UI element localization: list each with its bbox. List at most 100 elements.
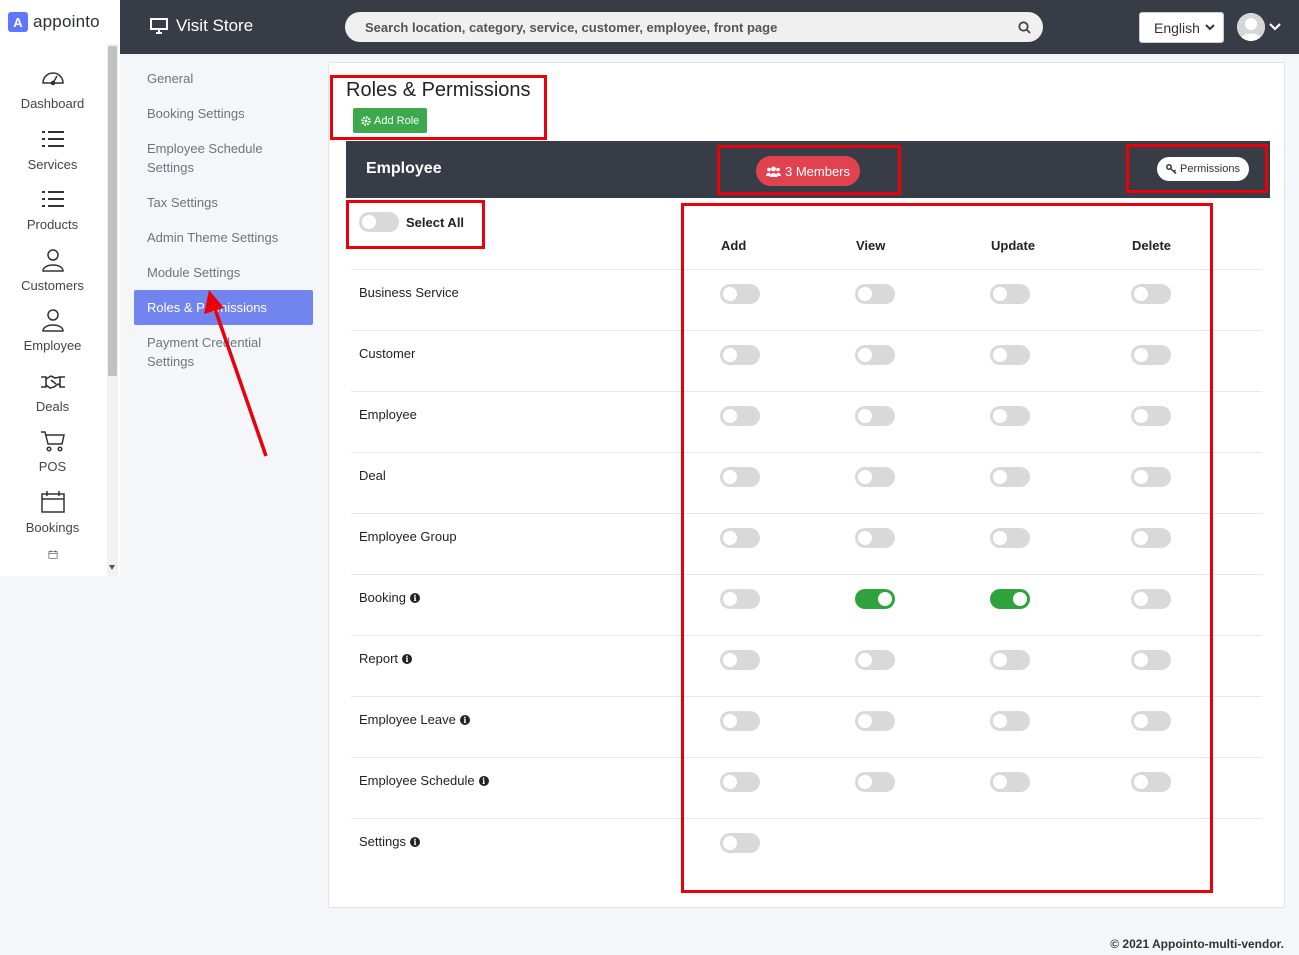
settings-item-booking[interactable]: Booking Settings bbox=[134, 96, 313, 131]
toggle-delete[interactable] bbox=[1131, 650, 1171, 670]
toggle-add[interactable] bbox=[720, 345, 760, 365]
settings-item-employee-schedule[interactable]: Employee Schedule Settings bbox=[134, 131, 313, 185]
add-role-label: Add Role bbox=[374, 114, 420, 127]
roles-permissions-card: Roles & Permissions Add Role Employee 3 … bbox=[328, 62, 1285, 908]
brand-name: appointo bbox=[33, 12, 100, 31]
settings-item-general[interactable]: General bbox=[134, 61, 313, 96]
toggle-add[interactable] bbox=[720, 467, 760, 487]
toggle-update[interactable] bbox=[990, 467, 1030, 487]
info-icon[interactable]: i bbox=[459, 714, 470, 725]
select-all-toggle[interactable] bbox=[359, 212, 399, 232]
handshake-icon bbox=[40, 374, 65, 389]
sidebar-item-dashboard[interactable]: Dashboard bbox=[0, 66, 105, 127]
toggle-view[interactable] bbox=[855, 345, 895, 365]
scroll-down-arrow-icon[interactable] bbox=[109, 565, 115, 570]
sidebar-item-label: POS bbox=[38, 459, 67, 474]
toggle-add[interactable] bbox=[720, 650, 760, 670]
toggle-delete[interactable] bbox=[1131, 528, 1171, 548]
info-icon[interactable]: i bbox=[478, 775, 489, 786]
toggle-add[interactable] bbox=[720, 833, 760, 853]
settings-item-admin-theme[interactable]: Admin Theme Settings bbox=[134, 220, 313, 255]
toggle-add[interactable] bbox=[720, 284, 760, 304]
toggle-view[interactable] bbox=[855, 467, 895, 487]
visit-store-label: Visit Store bbox=[176, 16, 254, 35]
sidebar-scrollbar[interactable] bbox=[107, 44, 118, 576]
toggle-view[interactable] bbox=[855, 650, 895, 670]
sidebar-item-label: Dashboard bbox=[20, 96, 85, 111]
permission-label-text: Business Service bbox=[359, 285, 459, 300]
sidebar-item-services[interactable]: Services bbox=[0, 127, 105, 188]
role-header: Employee 3 Members Permissions bbox=[346, 141, 1270, 198]
chevron-down-icon bbox=[1205, 24, 1215, 31]
toggle-delete[interactable] bbox=[1131, 711, 1171, 731]
toggle-update[interactable] bbox=[990, 284, 1030, 304]
toggle-update[interactable] bbox=[990, 528, 1030, 548]
toggle-add[interactable] bbox=[720, 711, 760, 731]
sidebar-item-products[interactable]: Products bbox=[0, 187, 105, 248]
toggle-update[interactable] bbox=[990, 589, 1030, 609]
visit-store-link[interactable]: Visit Store bbox=[150, 16, 253, 36]
toggle-delete[interactable] bbox=[1131, 284, 1171, 304]
search-input[interactable] bbox=[365, 19, 1018, 35]
toggle-update[interactable] bbox=[990, 345, 1030, 365]
sidebar-item-label: Bookings bbox=[25, 519, 80, 535]
sidebar-item-employee[interactable]: Employee bbox=[0, 308, 105, 369]
annotation-arrow-icon bbox=[204, 290, 268, 457]
toggle-add[interactable] bbox=[720, 528, 760, 548]
permissions-button[interactable]: Permissions bbox=[1157, 157, 1249, 181]
select-all: Select All bbox=[359, 212, 464, 232]
permission-label: Employee Group bbox=[359, 529, 457, 544]
toggle-update[interactable] bbox=[990, 650, 1030, 670]
toggle-view[interactable] bbox=[855, 711, 895, 731]
sidebar-item-deals[interactable]: Deals bbox=[0, 369, 105, 430]
toggle-view[interactable] bbox=[855, 772, 895, 792]
add-role-button[interactable]: Add Role bbox=[353, 108, 428, 133]
toggle-delete[interactable] bbox=[1131, 345, 1171, 365]
sidebar-item-pos[interactable]: POS bbox=[0, 429, 105, 490]
sidebar-item-more[interactable] bbox=[0, 550, 105, 565]
brand[interactable]: A appointo bbox=[0, 0, 120, 44]
settings-item-module[interactable]: Module Settings bbox=[134, 255, 313, 290]
toggle-delete[interactable] bbox=[1131, 772, 1171, 792]
permission-label-text: Employee bbox=[359, 407, 417, 422]
user-icon bbox=[41, 248, 64, 272]
permission-row: Business Service bbox=[351, 269, 1262, 330]
key-icon bbox=[1166, 164, 1177, 174]
toggle-delete[interactable] bbox=[1131, 467, 1171, 487]
user-menu[interactable] bbox=[1237, 13, 1282, 41]
settings-item-tax[interactable]: Tax Settings bbox=[134, 185, 313, 220]
toggle-update[interactable] bbox=[990, 711, 1030, 731]
toggle-add[interactable] bbox=[720, 772, 760, 792]
cart-icon bbox=[40, 431, 65, 452]
info-icon[interactable]: i bbox=[402, 653, 413, 664]
permission-row: Employee Schedule i bbox=[351, 757, 1262, 818]
permission-label: Business Service bbox=[359, 285, 459, 300]
language-select[interactable]: English bbox=[1139, 12, 1224, 43]
toggle-view[interactable] bbox=[855, 406, 895, 426]
info-icon[interactable]: i bbox=[409, 592, 420, 603]
toggle-update[interactable] bbox=[990, 406, 1030, 426]
toggle-view[interactable] bbox=[855, 589, 895, 609]
info-icon[interactable]: i bbox=[409, 836, 420, 847]
members-button[interactable]: 3 Members bbox=[756, 156, 860, 186]
brand-logo: A bbox=[8, 12, 28, 32]
toggle-add[interactable] bbox=[720, 406, 760, 426]
permission-row: Employee bbox=[351, 391, 1262, 452]
permission-label: Customer bbox=[359, 346, 415, 361]
scroll-thumb[interactable] bbox=[108, 46, 117, 376]
page-title: Roles & Permissions bbox=[346, 79, 531, 101]
toggle-delete[interactable] bbox=[1131, 589, 1171, 609]
calendar-icon bbox=[40, 490, 65, 513]
permission-row: Employee Group bbox=[351, 513, 1262, 574]
permission-label-text: Booking bbox=[359, 590, 406, 605]
toggle-view[interactable] bbox=[855, 284, 895, 304]
search-icon[interactable] bbox=[1018, 20, 1031, 34]
column-header-delete: Delete bbox=[1132, 238, 1172, 253]
toggle-view[interactable] bbox=[855, 528, 895, 548]
icon-sidebar: A appointo Dashboard Services Products C… bbox=[0, 0, 120, 576]
sidebar-item-customers[interactable]: Customers bbox=[0, 248, 105, 309]
toggle-update[interactable] bbox=[990, 772, 1030, 792]
toggle-add[interactable] bbox=[720, 589, 760, 609]
sidebar-item-bookings[interactable]: Bookings bbox=[0, 490, 105, 551]
toggle-delete[interactable] bbox=[1131, 406, 1171, 426]
